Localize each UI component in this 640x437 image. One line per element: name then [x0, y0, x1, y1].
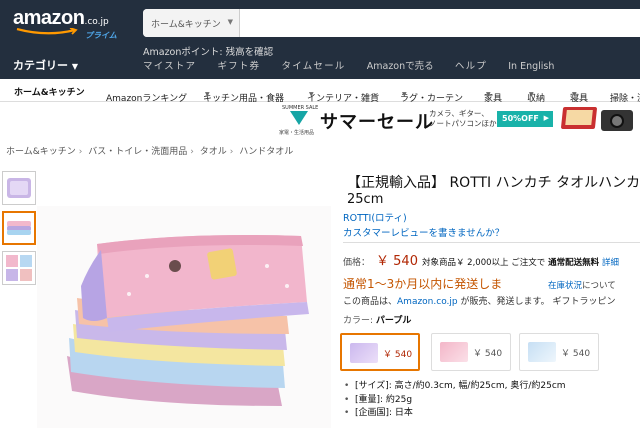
amazon-logo[interactable]: amazon.co.jp プライム	[13, 7, 123, 41]
swatch-price: ￥ 540	[473, 349, 503, 359]
search-input[interactable]	[241, 9, 640, 37]
breadcrumb-item[interactable]: ハンドタオル	[239, 147, 293, 157]
product-title-line2: 25cm	[347, 192, 384, 207]
swatch-image	[350, 343, 378, 363]
color-label: カラー:	[343, 316, 376, 326]
color-swatch-purple[interactable]: ￥ 540	[340, 333, 420, 371]
breadcrumb-item[interactable]: タオル	[200, 147, 227, 157]
sold-by-text: この商品は、Amazon.co.jp が販売、発送します。 ギフトラッピン	[343, 294, 615, 307]
color-swatch-pink[interactable]: ￥ 540	[431, 333, 511, 371]
promo-desc-line: ノートパソコンほか	[429, 119, 497, 128]
badge-sub-text: 家電・生活用品	[279, 130, 315, 136]
towel-stack-thumbnail-image	[7, 221, 31, 235]
nav-time-sale[interactable]: タイムセール	[282, 61, 346, 72]
search-category-dropdown[interactable]: ホーム&キッチン ▼	[143, 9, 240, 37]
subnav-item-label: Amazonランキング	[106, 94, 188, 104]
divider	[343, 242, 640, 243]
category-menu[interactable]: カテゴリー ▼	[13, 57, 78, 73]
promo-desc-line: カメラ、ギター、	[429, 109, 489, 118]
nav-in-english[interactable]: In English	[508, 61, 554, 72]
breadcrumb-item[interactable]: ホーム&キッチン	[6, 147, 76, 157]
feature-bullets: [サイズ]: 高さ/約0.3cm, 幅/約25cm, 奥行/約25cm [重量]…	[344, 380, 566, 421]
price-label: 価格：	[343, 258, 371, 268]
nav-sell-on-amazon[interactable]: Amazonで売る	[367, 61, 434, 72]
breadcrumb-item[interactable]: バス・トイレ・洗面用品	[88, 147, 187, 157]
header-nav-links: マイストア ギフト券 タイムセール Amazonで売る ヘルプ In Engli…	[143, 58, 571, 72]
seller-link[interactable]: Amazon.co.jp	[397, 297, 458, 307]
product-thumbnail[interactable]	[2, 171, 36, 205]
prime-label: プライム	[85, 31, 117, 40]
summer-sale-badge: SUMMER SALE 家電・生活用品	[279, 103, 319, 137]
chevron-down-icon: ▼	[529, 91, 534, 98]
shipping-condition-text: 対象商品￥ 2,000以上 ご注文で	[421, 258, 546, 268]
breadcrumb-separator: ›	[78, 147, 83, 157]
promo-description: カメラ、ギター、 ノートパソコンほか	[429, 109, 497, 129]
stock-status-note: 在庫状況について	[548, 279, 616, 291]
towel-stack-image	[37, 206, 331, 428]
camera-image	[601, 110, 633, 131]
logo-wordmark: amazon	[13, 7, 85, 29]
swatch-price: ￥ 540	[383, 350, 413, 360]
subnav-home-kitchen[interactable]: ホーム&キッチン	[14, 85, 85, 98]
summer-sale-banner[interactable]: SUMMER SALE 家電・生活用品 サマーセール カメラ、ギター、 ノートパ…	[279, 103, 640, 137]
promo-discount-label: 50%OFF	[502, 114, 539, 123]
chevron-down-icon: ▼	[402, 91, 407, 98]
write-review-link[interactable]: カスタマーレビューを書きませんか？	[343, 225, 504, 239]
points-balance-link[interactable]: Amazonポイント: 残高を確認	[143, 44, 273, 58]
product-thumbnail[interactable]	[2, 251, 36, 285]
nav-my-store[interactable]: マイストア	[143, 61, 196, 72]
department-subnav: ホーム&キッチン Amazonランキング キッチン用品・食器 ▼ インテリア・雑貨…	[0, 79, 640, 104]
nav-gift-cards[interactable]: ギフト券	[217, 61, 260, 72]
swatch-image	[440, 342, 468, 362]
stock-status-link[interactable]: 在庫状況	[548, 281, 582, 291]
chevron-down-icon: ▼	[71, 62, 78, 71]
color-swatch-blue[interactable]: ￥ 540	[519, 333, 599, 371]
breadcrumb-separator: ›	[190, 147, 194, 157]
shipping-details-link[interactable]: 詳細	[602, 258, 619, 268]
search-bar: ホーム&キッチン ▼	[143, 9, 640, 37]
breadcrumb: ホーム&キッチン › バス・トイレ・洗面用品 › タオル › ハンドタオル	[6, 144, 293, 157]
search-category-label: ホーム&キッチン	[151, 20, 221, 30]
sale-triangle-icon	[290, 111, 308, 125]
chevron-right-icon: ▶	[543, 114, 549, 122]
breadcrumb-separator: ›	[229, 147, 234, 157]
promo-title: サマーセール	[320, 112, 434, 133]
sold-by-prefix: この商品は、	[343, 297, 398, 307]
feature-bullet: [サイズ]: 高さ/約0.3cm, 幅/約25cm, 奥行/約25cm	[344, 380, 566, 394]
logo-domain: .co.jp	[84, 17, 109, 27]
sold-by-suffix: が販売、発送します。 ギフトラッピン	[457, 297, 616, 307]
chevron-down-icon: ▼	[227, 18, 233, 26]
promo-discount-button[interactable]: 50%OFF ▶	[497, 111, 553, 127]
color-selection-label: カラー: パープル	[343, 313, 411, 326]
chevron-down-icon: ▼	[309, 91, 314, 98]
product-thumbnail-selected[interactable]	[2, 211, 36, 245]
towel-variants-thumbnail-image	[6, 255, 32, 281]
towel-thumbnail-image	[7, 178, 31, 198]
swatch-price: ￥ 540	[561, 349, 591, 359]
swatch-image	[528, 342, 556, 362]
free-shipping-label: 通常配送無料	[548, 258, 600, 268]
product-price: ￥ 540	[376, 254, 418, 269]
price-row: 価格： ￥ 540 対象商品￥ 2,000以上 ご注文で 通常配送無料 詳細	[343, 250, 619, 269]
availability-text: 通常1～3か月以内に発送しま	[343, 277, 503, 291]
chevron-down-icon: ▼	[572, 91, 577, 98]
laptop-image	[560, 107, 598, 129]
chevron-down-icon: ▼	[486, 91, 491, 98]
selected-color: パープル	[375, 316, 412, 326]
stock-status-tail: について	[582, 281, 616, 291]
subnav-item-label: キッチン用品・食器	[203, 94, 285, 104]
nav-help[interactable]: ヘルプ	[455, 61, 487, 72]
feature-bullet: [企画国]: 日本	[344, 407, 566, 421]
category-label: カテゴリー	[13, 59, 68, 72]
product-title: 【正規輸入品】 ROTTI ハンカチ タオルハンカ	[347, 175, 640, 191]
main-product-image[interactable]	[37, 206, 331, 428]
smile-arrow-icon	[16, 28, 78, 35]
top-navigation-bar: amazon.co.jp プライム ホーム&キッチン ▼ Amazonポイント:…	[0, 0, 640, 79]
brand-link[interactable]: ROTTI(ロティ)	[343, 210, 407, 224]
chevron-down-icon: ▼	[205, 91, 210, 98]
feature-bullet: [重量]: 約25g	[344, 394, 566, 408]
